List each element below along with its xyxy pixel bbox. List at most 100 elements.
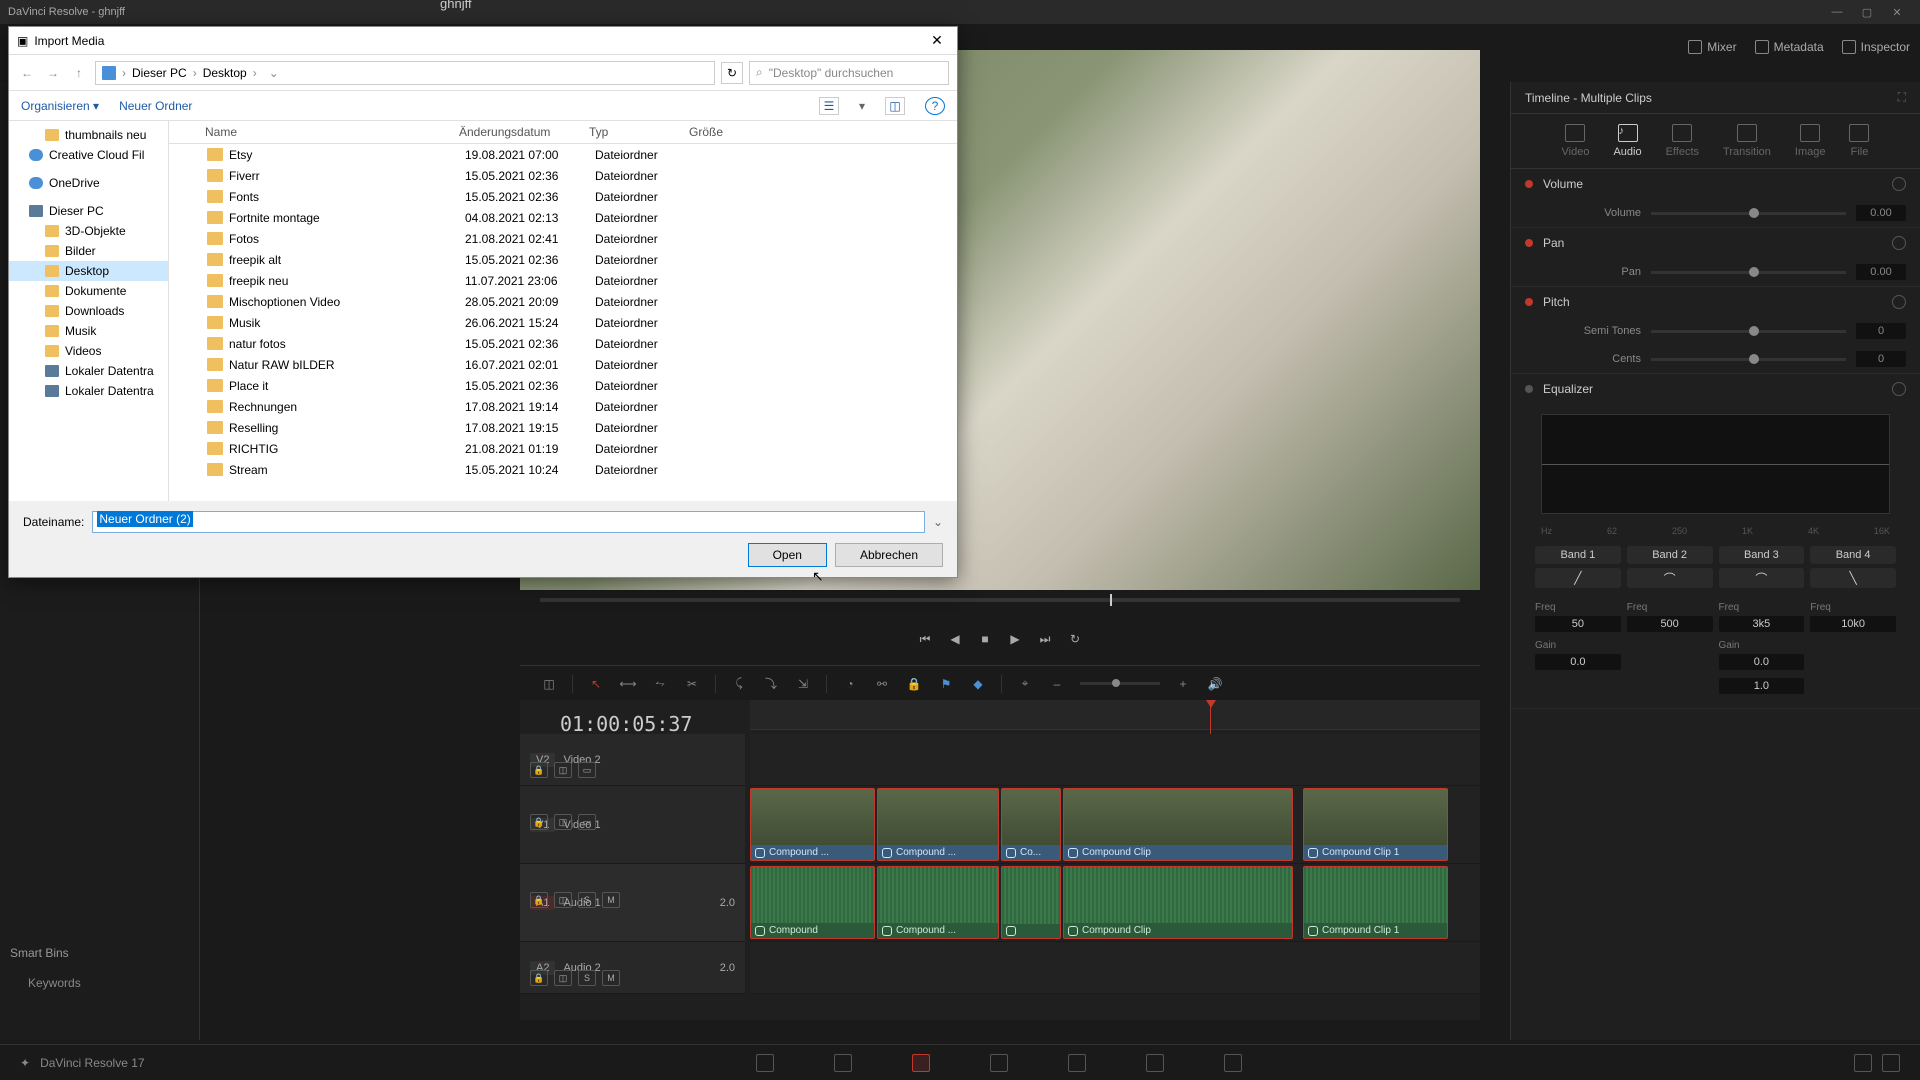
band3-q[interactable]: 1.0 (1719, 678, 1805, 694)
dialog-close-button[interactable]: ✕ (925, 29, 949, 53)
track-lane-a1[interactable]: Compound Compound ... Compound Clip Comp… (750, 864, 1480, 942)
pan-value[interactable]: 0.00 (1856, 264, 1906, 280)
reset-button[interactable] (1892, 236, 1906, 250)
band3-button[interactable]: Band 3 (1719, 546, 1805, 564)
edit-page[interactable] (912, 1054, 930, 1072)
file-row[interactable]: RICHTIG21.08.2021 01:19Dateiordner (169, 438, 957, 459)
band2-button[interactable]: Band 2 (1627, 546, 1713, 564)
timeline-ruler[interactable] (750, 700, 1480, 730)
step-back-button[interactable]: ◀ (947, 631, 963, 647)
trim-tool[interactable]: ⟷ (619, 675, 637, 693)
auto-select-icon[interactable]: ◫ (554, 970, 572, 986)
sidebar-item-musik[interactable]: Musik (9, 321, 168, 341)
file-row[interactable]: Fonts15.05.2021 02:36Dateiordner (169, 186, 957, 207)
snap-button[interactable]: ⌖ (1016, 675, 1034, 693)
mute-button[interactable]: 🔊 (1206, 675, 1224, 693)
volume-slider[interactable] (1651, 212, 1846, 215)
lock-icon[interactable]: 🔒 (530, 970, 548, 986)
maximize-button[interactable]: ▢ (1852, 2, 1882, 22)
band4-curve[interactable]: ╲ (1810, 568, 1896, 588)
link-button[interactable]: ⚯ (873, 675, 891, 693)
solo-button[interactable]: S (578, 970, 596, 986)
forward-button[interactable]: → (43, 63, 63, 83)
media-page[interactable] (756, 1054, 774, 1072)
scrubber-playhead[interactable] (1110, 594, 1112, 606)
audio-clip[interactable] (1001, 866, 1061, 939)
audio-clip[interactable]: Compound (750, 866, 875, 939)
auto-select-icon[interactable]: ◫ (554, 892, 572, 908)
dynamic-trim-tool[interactable]: ⥊ (651, 675, 669, 693)
minimize-button[interactable]: — (1822, 2, 1852, 22)
home-button[interactable] (1854, 1054, 1872, 1072)
chevron-down-icon[interactable]: ▾ (859, 99, 865, 113)
track-header-a2[interactable]: A2 Audio 2 2.0 🔒◫SM (520, 942, 745, 994)
first-frame-button[interactable]: ⏮ (917, 631, 933, 647)
file-row[interactable]: Natur RAW bILDER16.07.2021 02:01Dateiord… (169, 354, 957, 375)
new-folder-button[interactable]: Neuer Ordner (119, 99, 192, 113)
play-button[interactable]: ▶ (1007, 631, 1023, 647)
blade-tool[interactable]: ✂ (683, 675, 701, 693)
tab-file[interactable]: File (1849, 124, 1869, 158)
band1-button[interactable]: Band 1 (1535, 546, 1621, 564)
sidebar-item-3d[interactable]: 3D-Objekte (9, 221, 168, 241)
file-list-header[interactable]: Name Änderungsdatum Typ Größe (169, 121, 957, 144)
lock-button[interactable]: 🔒 (905, 675, 923, 693)
back-button[interactable]: ← (17, 63, 37, 83)
sidebar-item-creative-cloud[interactable]: Creative Cloud Fil (9, 145, 168, 165)
reset-button[interactable] (1892, 295, 1906, 309)
open-button[interactable]: Open (748, 543, 827, 567)
band2-freq[interactable]: 500 (1627, 616, 1713, 632)
video-clip[interactable]: Compound ... (750, 788, 875, 861)
video-clip[interactable]: Compound Clip 1 (1303, 788, 1448, 861)
file-row[interactable]: Place it15.05.2021 02:36Dateiordner (169, 375, 957, 396)
video-clip[interactable]: Compound ... (877, 788, 999, 861)
zoom-in-button[interactable]: + (1174, 675, 1192, 693)
last-frame-button[interactable]: ⏭ (1037, 631, 1053, 647)
search-input[interactable]: ⌕ "Desktop" durchsuchen (749, 61, 949, 85)
file-row[interactable]: Fortnite montage04.08.2021 02:13Dateiord… (169, 207, 957, 228)
stop-button[interactable]: ■ (977, 631, 993, 647)
band4-freq[interactable]: 10k0 (1810, 616, 1896, 632)
track-lane-v1[interactable]: Compound ... Compound ... Co... Compound… (750, 786, 1480, 864)
track-header-v2[interactable]: V2 Video 2 🔒◫▭ (520, 734, 745, 786)
file-row[interactable]: Stream15.05.2021 10:24Dateiordner (169, 459, 957, 480)
active-dot-icon[interactable] (1525, 298, 1533, 306)
band1-gain[interactable]: 0.0 (1535, 654, 1621, 670)
sidebar-item-onedrive[interactable]: OneDrive (9, 173, 168, 193)
mute-button[interactable]: M (602, 892, 620, 908)
file-row[interactable]: Fiverr15.05.2021 02:36Dateiordner (169, 165, 957, 186)
chevron-down-icon[interactable]: ⌄ (269, 66, 279, 80)
selection-tool[interactable]: ↖ (587, 675, 605, 693)
sidebar-item-localdisk2[interactable]: Lokaler Datentra (9, 381, 168, 401)
mixer-button[interactable]: Mixer (1688, 40, 1736, 54)
auto-select-icon[interactable]: ◫ (554, 762, 572, 778)
audio-clip[interactable]: Compound ... (877, 866, 999, 939)
organize-button[interactable]: Organisieren ▾ (21, 99, 99, 113)
close-button[interactable]: ✕ (1882, 2, 1912, 22)
view-details-button[interactable]: ☰ (819, 97, 839, 115)
solo-button[interactable]: S (578, 892, 596, 908)
lock-icon[interactable]: 🔒 (530, 892, 548, 908)
tab-transition[interactable]: Transition (1723, 124, 1771, 158)
chevron-down-icon[interactable]: ⌄ (933, 515, 943, 529)
eq-graph[interactable] (1541, 414, 1890, 514)
track-lane-a2[interactable] (750, 942, 1480, 994)
zoom-out-button[interactable]: – (1048, 675, 1066, 693)
auto-select-icon[interactable]: ◫ (554, 814, 572, 830)
sidebar-item-localdisk1[interactable]: Lokaler Datentra (9, 361, 168, 381)
lock-icon[interactable]: 🔒 (530, 814, 548, 830)
reset-button[interactable] (1892, 382, 1906, 396)
audio-clip[interactable]: Compound Clip 1 (1303, 866, 1448, 939)
band2-curve[interactable]: ⌒ (1627, 568, 1713, 588)
band3-curve[interactable]: ⌒ (1719, 568, 1805, 588)
cancel-button[interactable]: Abbrechen (835, 543, 943, 567)
insert-clip-button[interactable]: ⤹ (730, 675, 748, 693)
file-row[interactable]: freepik alt15.05.2021 02:36Dateiordner (169, 249, 957, 270)
metadata-button[interactable]: Metadata (1755, 40, 1824, 54)
tab-video[interactable]: Video (1562, 124, 1590, 158)
track-header-a1[interactable]: A1 Audio 1 2.0 🔒◫SM (520, 864, 745, 942)
cents-value[interactable]: 0 (1856, 351, 1906, 367)
file-row[interactable]: Etsy19.08.2021 07:00Dateiordner (169, 144, 957, 165)
fairlight-page[interactable] (1146, 1054, 1164, 1072)
band3-freq[interactable]: 3k5 (1719, 616, 1805, 632)
